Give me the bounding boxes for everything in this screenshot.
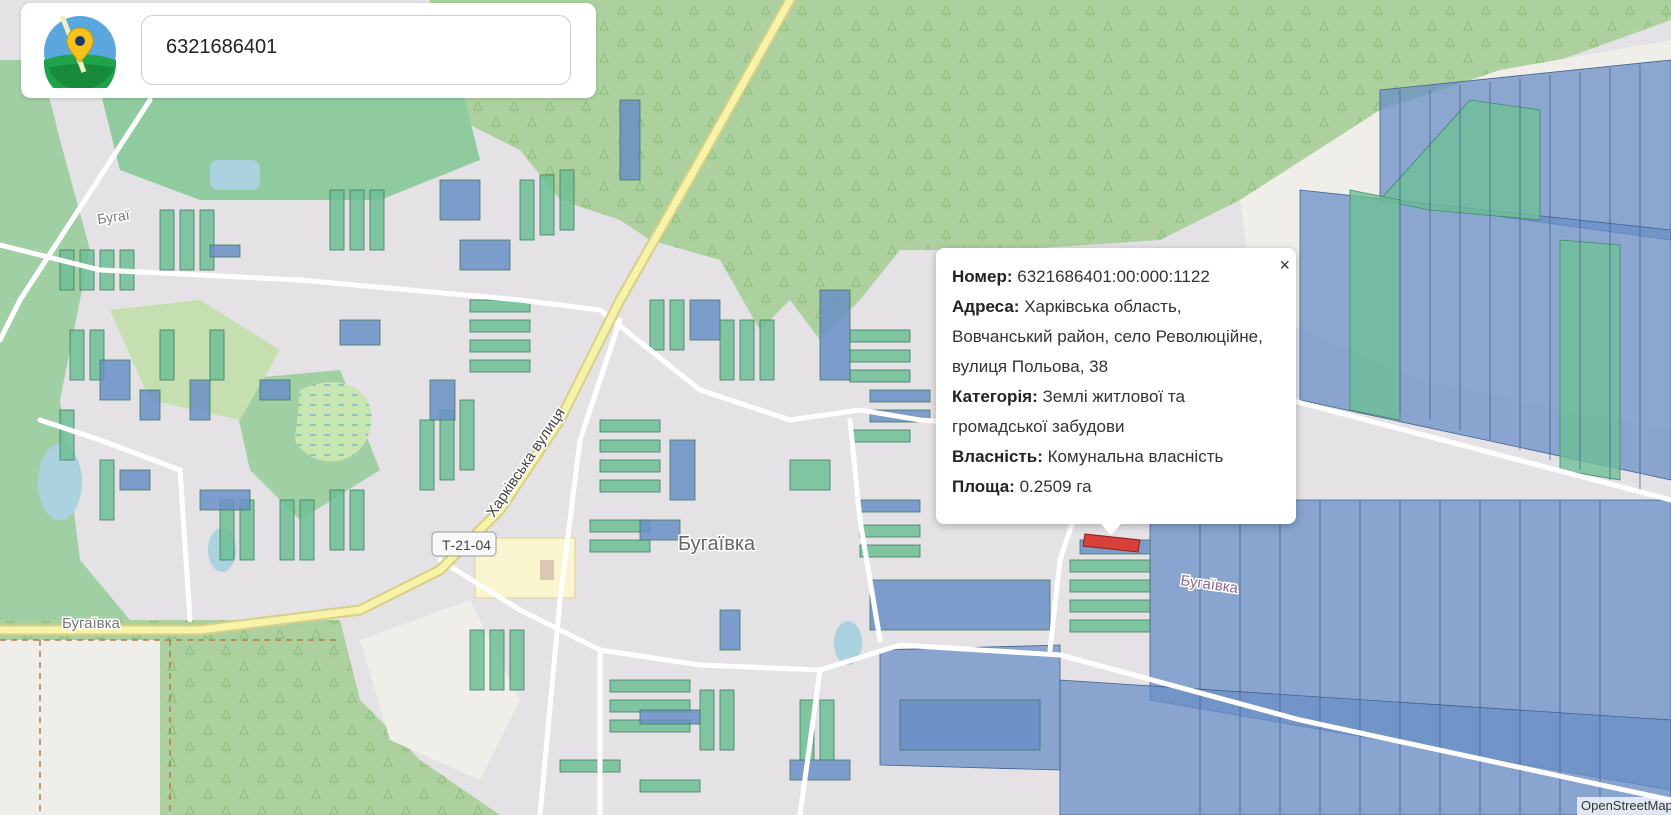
- search-panel: [21, 3, 596, 98]
- popup-tip: [1100, 523, 1122, 535]
- popup-category-line2: громадської забудови: [952, 417, 1125, 436]
- close-icon[interactable]: ×: [1279, 250, 1290, 280]
- parcel-info-popup: × Номер: 6321686401:00:000:1122 Адреса: …: [936, 248, 1296, 524]
- popup-number-row: Номер: 6321686401:00:000:1122: [952, 267, 1210, 286]
- village-label: Бугаївка: [678, 533, 756, 555]
- popup-address-row: Адреса: Харківська область,: [952, 297, 1182, 316]
- search-field[interactable]: [141, 15, 571, 85]
- svg-text:Т-21-04: Т-21-04: [442, 537, 491, 553]
- popup-address-line2: Вовчанський район, село Революційне,: [952, 327, 1263, 346]
- popup-area-row: Площа: 0.2509 га: [952, 477, 1092, 496]
- popup-address-line3: вулиця Польова, 38: [952, 357, 1109, 376]
- road-badge: Т-21-04: [431, 531, 497, 557]
- cadastral-number: 6321686401:00:000:1122: [1017, 267, 1210, 286]
- building: [540, 560, 554, 580]
- popup-category-row: Категорія: Землі житлової та: [952, 387, 1185, 406]
- popup-ownership-row: Власність: Комунальна власність: [952, 447, 1224, 466]
- map-canvas[interactable]: Бугаївка Бугаївка Бугаївка Бугаї Харківс…: [0, 0, 1671, 815]
- village-label-west: Бугаївка: [62, 615, 121, 632]
- map-pin-logo-icon[interactable]: [44, 16, 116, 88]
- search-input[interactable]: [166, 36, 546, 59]
- map-attribution[interactable]: OpenStreetMap: [1577, 797, 1671, 815]
